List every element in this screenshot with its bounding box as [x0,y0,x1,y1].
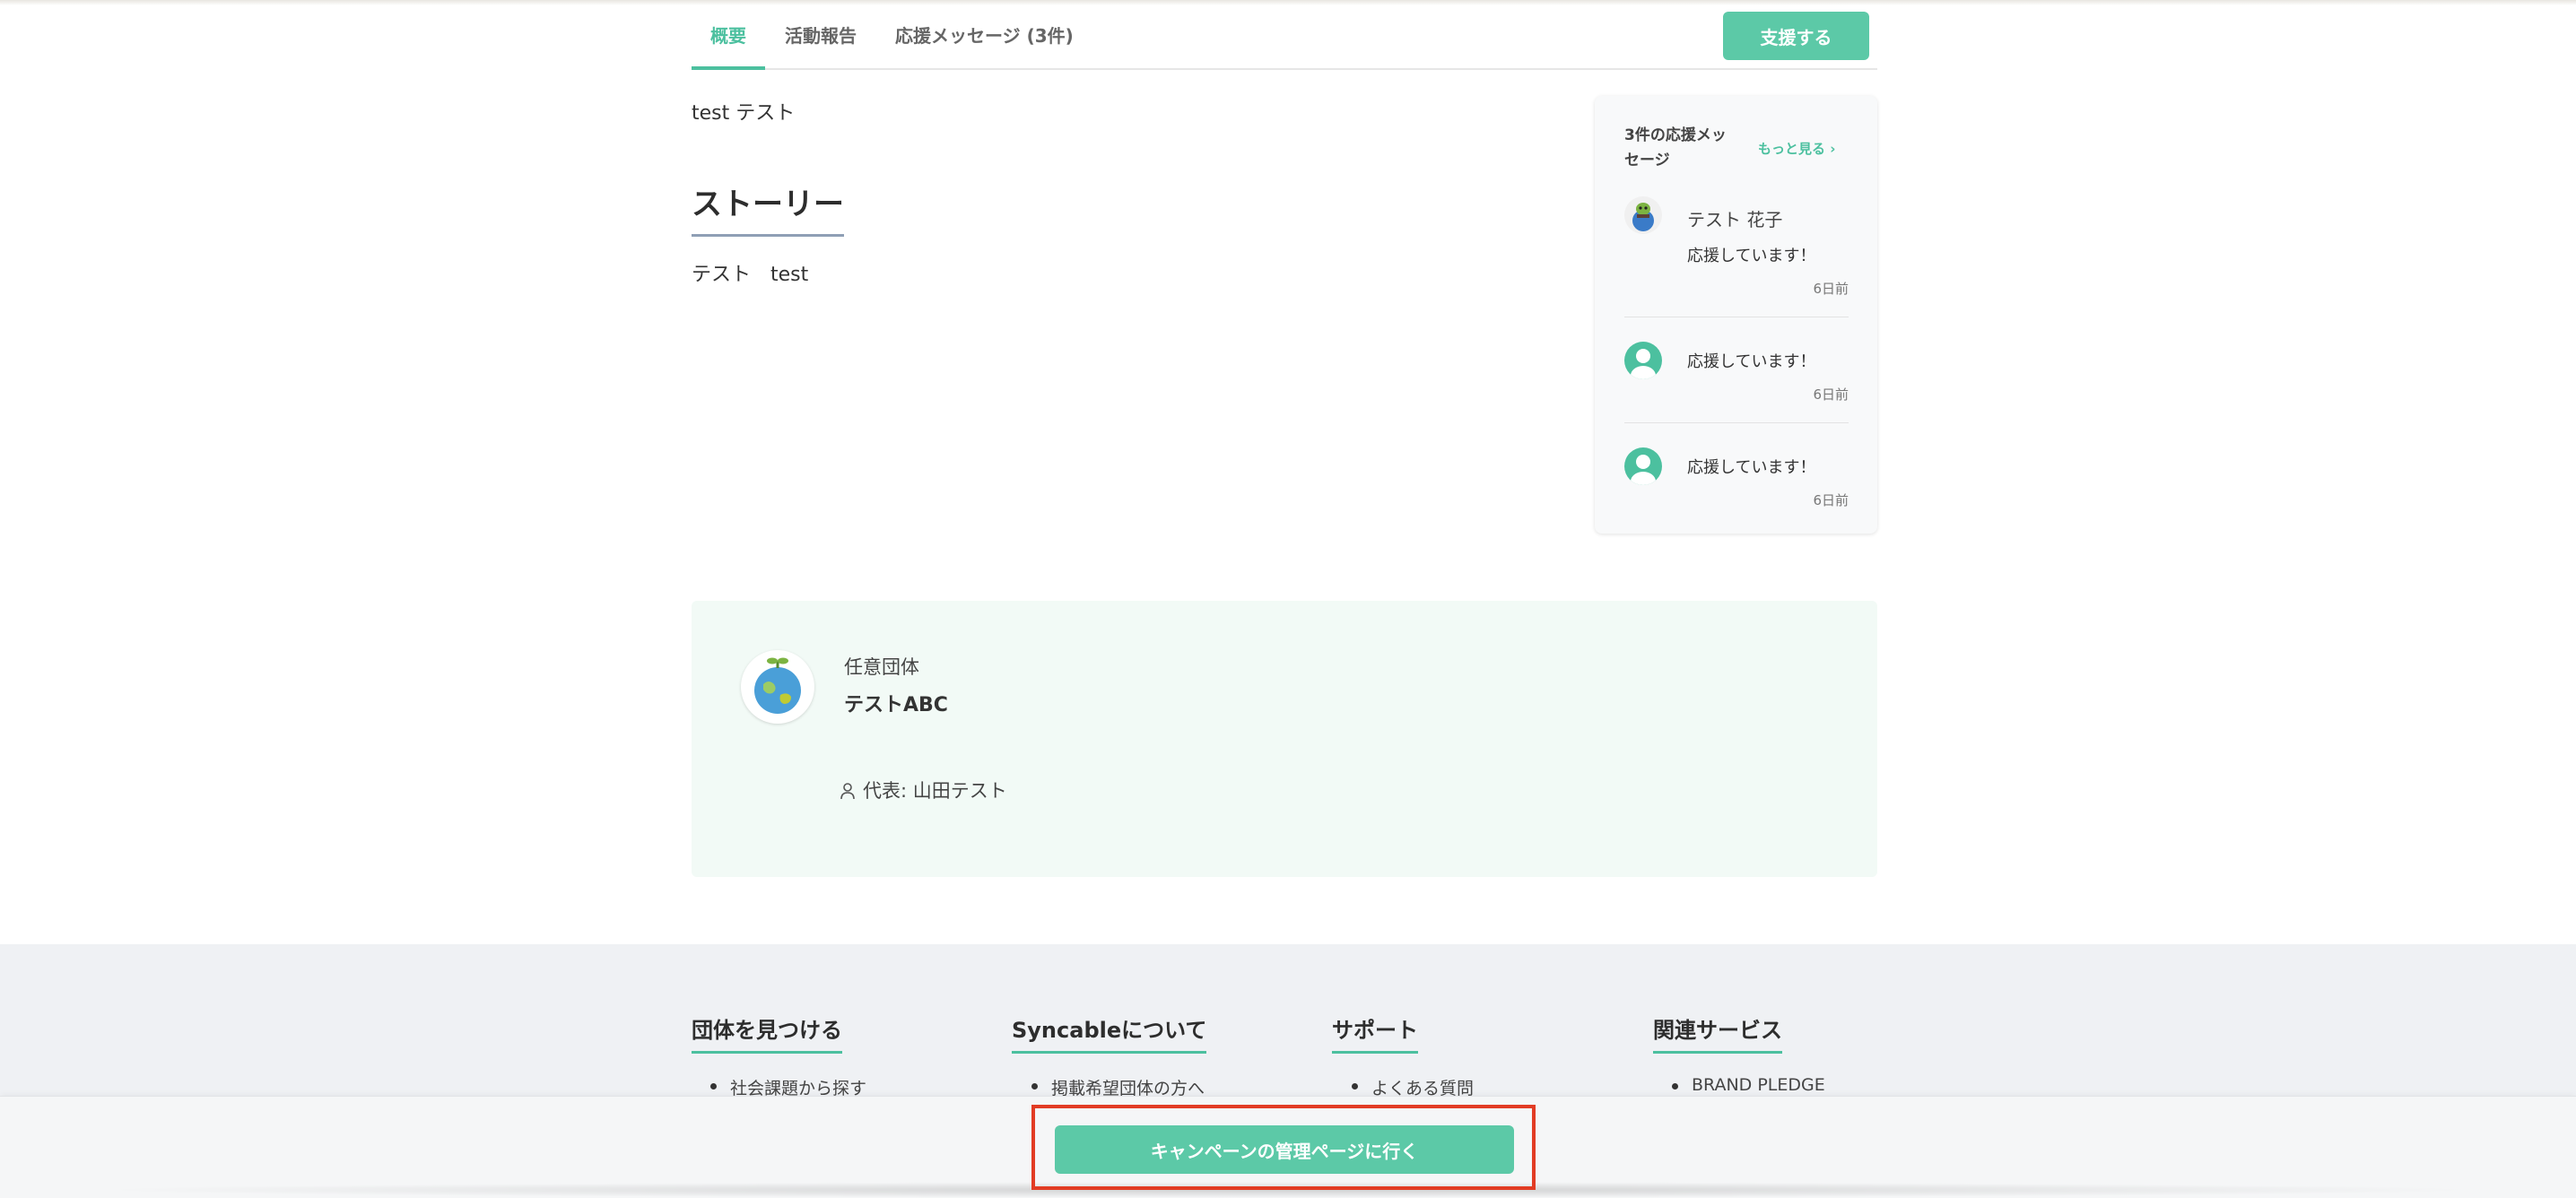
footer-column-find-organizations: 団体を見つける [692,1012,842,1054]
message-divider [1624,422,1849,423]
message-text: 応援しています！ [1687,247,1816,265]
footer-heading: 関連サービス [1653,1012,1782,1054]
default-user-avatar-icon [1624,342,1662,379]
message-item: 応援しています！ 6日前 [1624,447,1849,519]
tab-bar: 概要 活動報告 応援メッセージ (3件) [692,0,1877,70]
message-author-name: テスト 花子 [1687,209,1783,230]
footer-column-about-syncable: Syncableについて [1012,1012,1207,1054]
messages-card-title: 3件の応援メッセージ [1624,126,1727,169]
footer-column-support: サポート [1332,1012,1418,1054]
footer-heading: Syncableについて [1012,1012,1207,1054]
story-heading: ストーリー [692,179,844,237]
person-icon [840,783,855,800]
footer-link[interactable]: BRAND PLEDGE [1672,1075,1825,1095]
footer-heading: サポート [1332,1012,1418,1054]
footer-column-related-services: 関連サービス [1653,1012,1782,1054]
tab-activity-reports[interactable]: 活動報告 [785,22,857,48]
story-body: テスト test [692,264,809,286]
representative-text: 代表: 山田テスト [863,780,1007,802]
organization-type: 任意団体 [844,656,919,678]
organization-name[interactable]: テストABC [844,689,948,717]
message-timestamp: 6日前 [1813,386,1849,403]
default-user-avatar-icon [1624,447,1662,485]
illustrated-avatar-icon [1624,196,1662,234]
message-item: 応援しています！ 6日前 [1624,342,1849,413]
message-text: 応援しています！ [1687,352,1816,371]
support-messages-card: 3件の応援メッセージ もっと見る › テスト 花子 応援しています！ 6日前 応… [1595,96,1877,534]
active-tab-underline [692,66,765,70]
message-text: 応援しています！ [1687,458,1816,477]
message-timestamp: 6日前 [1813,492,1849,508]
message-timestamp: 6日前 [1813,281,1849,297]
campaign-lead-text: test テスト [692,102,796,125]
campaign-admin-page-button[interactable]: キャンペーンの管理ページに行く [1055,1125,1514,1174]
earth-sprout-logo-icon[interactable] [741,650,814,724]
footer-heading: 団体を見つける [692,1012,842,1054]
support-button[interactable]: 支援する [1723,12,1869,60]
organization-representative: 代表: 山田テスト [840,777,1007,803]
tab-overview[interactable]: 概要 [710,22,746,48]
see-more-link[interactable]: もっと見る › [1758,139,1835,158]
tab-support-messages[interactable]: 応援メッセージ (3件) [895,22,1074,48]
organization-card: 任意団体 テストABC 代表: 山田テスト [692,601,1877,877]
message-item: テスト 花子 応援しています！ 6日前 [1624,196,1849,304]
